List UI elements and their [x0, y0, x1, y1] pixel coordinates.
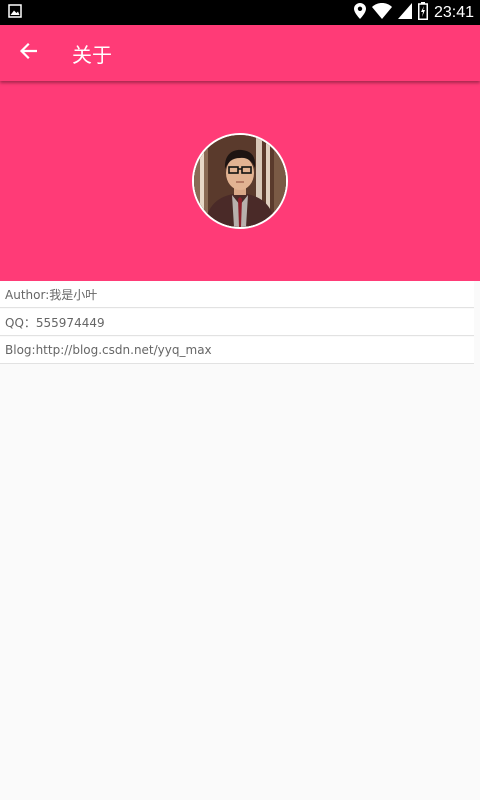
author-item: Author:我是小叶	[0, 281, 474, 308]
blog-item[interactable]: Blog:http://blog.csdn.net/yyq_max	[0, 337, 474, 364]
author-label: Author:我是小叶	[5, 287, 98, 302]
qq-label: QQ：555974449	[5, 315, 105, 330]
back-button[interactable]	[0, 25, 56, 81]
signal-icon	[397, 2, 412, 23]
profile-header	[0, 81, 480, 281]
arrow-left-icon	[19, 42, 38, 64]
status-icons: 23:41	[353, 1, 474, 24]
avatar-photo	[194, 135, 286, 227]
status-bar: 23:41	[0, 0, 480, 25]
blog-label[interactable]: Blog:http://blog.csdn.net/yyq_max	[5, 343, 212, 357]
image-icon	[8, 3, 22, 22]
wifi-icon	[371, 2, 392, 23]
status-time: 23:41	[433, 3, 474, 21]
info-list: Author:我是小叶 QQ：555974449 Blog:http://blo…	[0, 281, 480, 364]
page-title: 关于	[72, 42, 112, 67]
avatar	[192, 133, 288, 229]
battery-icon	[417, 1, 428, 24]
qq-item: QQ：555974449	[0, 309, 474, 336]
location-icon	[353, 2, 366, 23]
app-bar: 关于	[0, 25, 480, 81]
